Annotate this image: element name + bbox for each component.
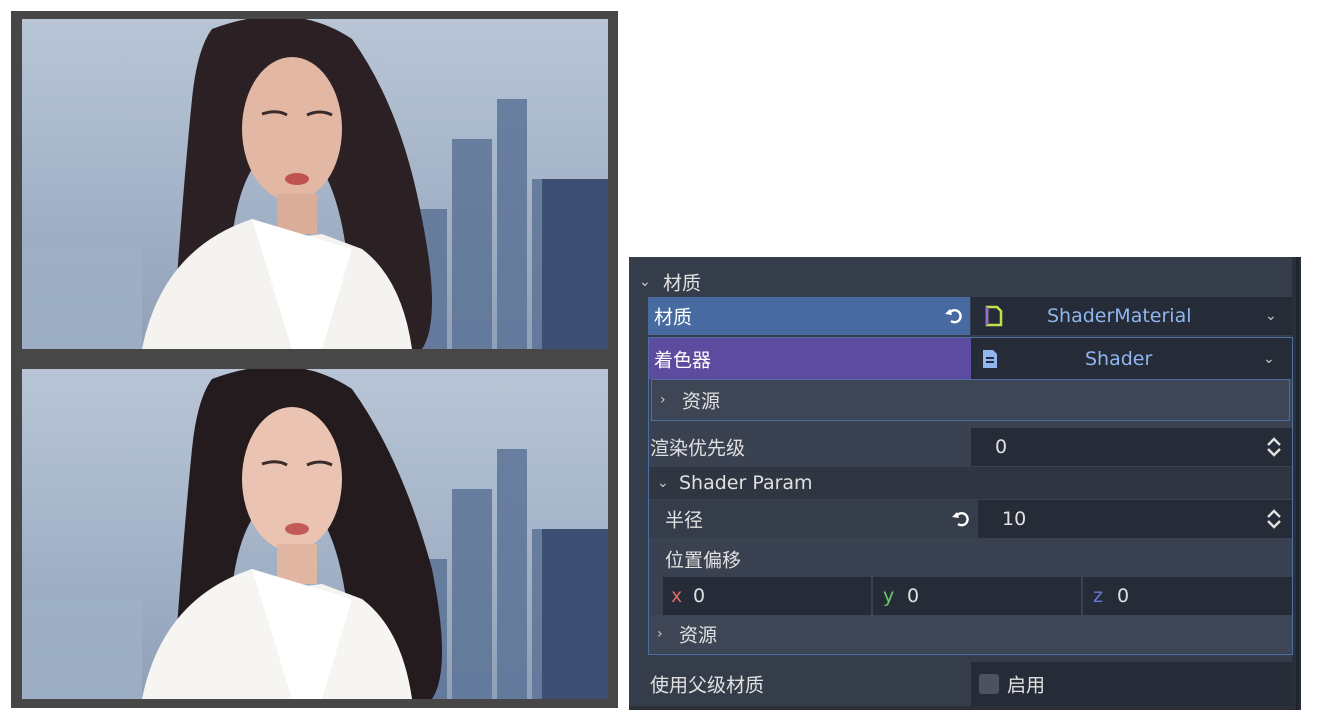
material-value: ShaderMaterial	[1047, 305, 1192, 327]
reset-icon[interactable]	[951, 509, 971, 529]
inspector-top-edge	[629, 257, 1301, 262]
radius-value: 10	[1002, 508, 1027, 530]
scrollbar-track	[1296, 257, 1299, 710]
section-title: 材质	[663, 272, 702, 295]
resource-label: 资源	[682, 390, 721, 413]
shader-param-header[interactable]: ⌄ Shader Param	[649, 467, 1292, 499]
material-property-row: 材质 ShaderMaterial ⌄	[648, 297, 1292, 335]
material-label: 材质	[654, 306, 693, 329]
material-label-cell: 材质	[648, 297, 970, 335]
render-priority-value: 0	[995, 436, 1008, 458]
inspector-bottom-edge	[629, 706, 1292, 710]
offset-label: 位置偏移	[665, 549, 742, 572]
use-parent-material-label-cell: 使用父级材质	[629, 662, 971, 706]
inspector-panel: ⌄ 材质 材质 ShaderMaterial ⌄ 着色器 Shader ⌄ › …	[629, 257, 1301, 710]
shader-value-picker[interactable]: Shader ⌄	[971, 338, 1292, 379]
material-value-picker[interactable]: ShaderMaterial ⌄	[971, 297, 1292, 335]
material-section-header[interactable]: ⌄ 材质	[629, 267, 1292, 297]
filtered-portrait-image	[22, 19, 608, 349]
updown-arrows-icon[interactable]	[1266, 508, 1282, 530]
radius-label-cell: 半径	[649, 500, 977, 538]
radius-label: 半径	[665, 509, 704, 532]
offset-z-field[interactable]: z 0	[1083, 577, 1292, 615]
offset-label-row: 位置偏移	[649, 542, 1292, 576]
use-parent-material-label: 使用父级材质	[650, 674, 765, 697]
shader-resource-row[interactable]: › 资源	[651, 379, 1290, 421]
shader-value: Shader	[1085, 347, 1153, 370]
chevron-right-icon: ›	[657, 626, 663, 642]
render-priority-spinbox[interactable]: 0	[971, 428, 1292, 466]
inspector-scrollbar[interactable]	[1292, 257, 1301, 710]
chevron-right-icon: ›	[660, 392, 666, 408]
render-priority-label: 渲染优先级	[650, 437, 746, 460]
resource-label: 资源	[679, 624, 718, 647]
chevron-down-icon: ⌄	[639, 274, 651, 290]
enable-label: 启用	[1007, 674, 1046, 697]
offset-z-value: 0	[1117, 585, 1130, 607]
offset-x-field[interactable]: x 0	[663, 577, 871, 615]
offset-x-value: 0	[693, 585, 706, 607]
shader-file-icon	[983, 349, 997, 368]
offset-y-value: 0	[907, 585, 920, 607]
chevron-down-icon[interactable]: ⌄	[1263, 351, 1275, 367]
render-priority-label-cell: 渲染优先级	[629, 428, 971, 466]
shader-label-cell: 着色器	[649, 338, 971, 379]
enable-checkbox[interactable]	[979, 674, 999, 694]
shader-label: 着色器	[654, 349, 712, 371]
y-axis-label: y	[883, 585, 895, 607]
radius-spinbox[interactable]: 10	[978, 500, 1292, 538]
shader-material-icon	[985, 305, 1003, 327]
chevron-down-icon: ⌄	[657, 475, 669, 491]
shader-param-title: Shader Param	[679, 472, 813, 494]
image-preview-panel	[11, 11, 618, 708]
reset-icon[interactable]	[944, 306, 964, 326]
z-axis-label: z	[1093, 585, 1103, 607]
use-parent-material-toggle[interactable]: 启用	[971, 662, 1292, 706]
material-resource-row[interactable]: › 资源	[649, 615, 1292, 653]
chevron-down-icon[interactable]: ⌄	[1265, 308, 1277, 324]
offset-y-field[interactable]: y 0	[873, 577, 1081, 615]
original-portrait-image	[22, 369, 608, 699]
x-axis-label: x	[671, 585, 683, 607]
updown-arrows-icon[interactable]	[1266, 436, 1282, 458]
